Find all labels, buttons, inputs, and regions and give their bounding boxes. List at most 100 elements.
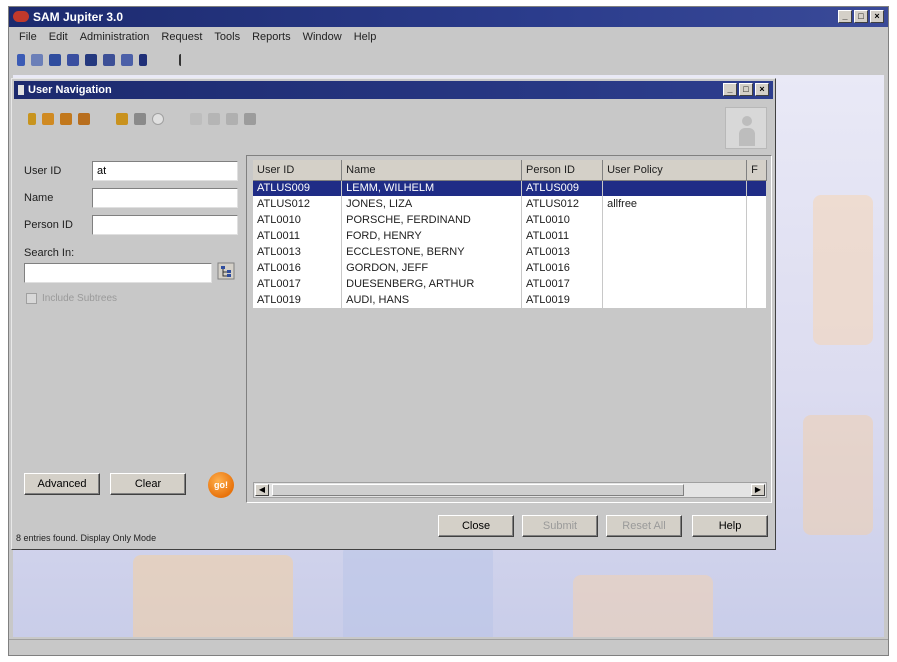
column-header-name[interactable]: Name bbox=[341, 160, 523, 181]
table-row[interactable]: ATL0016 GORDON, JEFF ATL0016 bbox=[253, 260, 767, 276]
cell-user-id: ATLUS009 bbox=[253, 180, 343, 196]
column-header-user-policy[interactable]: User Policy bbox=[602, 160, 748, 181]
app-toolbar bbox=[17, 51, 187, 69]
menu-edit[interactable]: Edit bbox=[43, 31, 74, 47]
menu-request[interactable]: Request bbox=[155, 31, 208, 47]
print-icon[interactable] bbox=[244, 113, 256, 125]
name-label: Name bbox=[24, 192, 54, 204]
app-titlebar[interactable]: SAM Jupiter 3.0 _ □ × bbox=[9, 7, 888, 27]
menu-window[interactable]: Window bbox=[297, 31, 348, 47]
pointer-icon[interactable] bbox=[179, 54, 187, 66]
column-header-user-id[interactable]: User ID bbox=[253, 160, 343, 181]
cell-user-policy bbox=[602, 276, 748, 292]
advanced-button[interactable]: Advanced bbox=[24, 473, 100, 495]
scroll-right-icon[interactable]: ▶ bbox=[751, 484, 765, 496]
scroll-left-icon[interactable]: ◀ bbox=[255, 484, 269, 496]
cell-person-id: ATL0013 bbox=[521, 244, 604, 260]
cell-f bbox=[746, 180, 767, 196]
calendar-icon[interactable] bbox=[85, 54, 97, 66]
cell-user-id: ATL0013 bbox=[253, 244, 343, 260]
table-row[interactable]: ATL0010 PORSCHE, FERDINAND ATL0010 bbox=[253, 212, 767, 228]
scrollbar-thumb[interactable] bbox=[272, 484, 684, 496]
table-row[interactable]: ATLUS012 JONES, LIZA ATLUS012 allfree bbox=[253, 196, 767, 212]
cell-user-policy bbox=[602, 228, 748, 244]
cell-f bbox=[746, 244, 767, 260]
person-delete-icon[interactable] bbox=[78, 113, 90, 125]
maximize-button[interactable]: □ bbox=[854, 10, 868, 23]
cut-icon[interactable] bbox=[208, 113, 220, 125]
dialog-titlebar[interactable]: User Navigation _ □ × bbox=[14, 81, 773, 99]
cell-user-id: ATL0010 bbox=[253, 212, 343, 228]
group-icon[interactable] bbox=[121, 54, 133, 66]
cell-person-id: ATL0016 bbox=[521, 260, 604, 276]
menu-administration[interactable]: Administration bbox=[74, 31, 156, 47]
table-row[interactable]: ATL0011 FORD, HENRY ATL0011 bbox=[253, 228, 767, 244]
submit-button[interactable]: Submit bbox=[522, 515, 598, 537]
menu-file[interactable]: File bbox=[13, 31, 43, 47]
book-icon[interactable] bbox=[139, 54, 147, 66]
chart-icon[interactable] bbox=[49, 54, 61, 66]
minimize-button[interactable]: _ bbox=[838, 10, 852, 23]
users-icon[interactable] bbox=[67, 54, 79, 66]
horizontal-scrollbar[interactable]: ◀ ▶ bbox=[253, 482, 767, 498]
refresh-icon[interactable] bbox=[134, 113, 146, 125]
dialog-icon bbox=[18, 85, 24, 95]
person-key-icon[interactable] bbox=[28, 113, 36, 125]
cell-person-id: ATL0017 bbox=[521, 276, 604, 292]
cell-user-policy bbox=[602, 212, 748, 228]
cell-name: AUDI, HANS bbox=[341, 292, 523, 308]
person-edit-icon[interactable] bbox=[60, 113, 72, 125]
cell-user-id: ATL0016 bbox=[253, 260, 343, 276]
dialog-maximize-button[interactable]: □ bbox=[739, 83, 753, 96]
help-button[interactable]: Help bbox=[692, 515, 768, 537]
grid-icon[interactable] bbox=[31, 54, 43, 66]
table-row[interactable]: ATL0013 ECCLESTONE, BERNY ATL0013 bbox=[253, 244, 767, 260]
cell-f bbox=[746, 292, 767, 308]
app-logo-icon bbox=[13, 11, 29, 22]
menu-tools[interactable]: Tools bbox=[208, 31, 246, 47]
results-table-viewport[interactable]: User ID Name Person ID User Policy F ATL… bbox=[253, 160, 767, 478]
menu-reports[interactable]: Reports bbox=[246, 31, 297, 47]
go-button[interactable]: go! bbox=[208, 472, 234, 498]
name-field[interactable] bbox=[92, 188, 238, 208]
column-header-f[interactable]: F bbox=[746, 160, 767, 181]
copy-icon[interactable] bbox=[226, 113, 238, 125]
dialog-close-button[interactable]: × bbox=[755, 83, 769, 96]
close-window-button[interactable]: × bbox=[870, 10, 884, 23]
results-table-panel: User ID Name Person ID User Policy F ATL… bbox=[246, 155, 772, 503]
cell-user-policy bbox=[602, 180, 748, 196]
person-id-field[interactable] bbox=[92, 215, 238, 235]
app-title: SAM Jupiter 3.0 bbox=[33, 10, 124, 24]
user-id-field[interactable] bbox=[92, 161, 238, 181]
include-subtrees-checkbox[interactable] bbox=[26, 293, 37, 304]
info-icon[interactable] bbox=[152, 113, 164, 125]
table-row[interactable]: ATL0017 DUESENBERG, ARTHUR ATL0017 bbox=[253, 276, 767, 292]
undo-icon[interactable] bbox=[190, 113, 202, 125]
cell-person-id: ATLUS009 bbox=[521, 180, 604, 196]
dialog-toolbar bbox=[28, 109, 256, 129]
person-add-icon[interactable] bbox=[42, 113, 54, 125]
search-in-field[interactable] bbox=[24, 263, 212, 283]
cell-f bbox=[746, 196, 767, 212]
person-id-label: Person ID bbox=[24, 219, 73, 231]
table-row[interactable]: ATLUS009 LEMM, WILHELM ATLUS009 bbox=[253, 180, 767, 196]
close-button[interactable]: Close bbox=[438, 515, 514, 537]
info-icon[interactable] bbox=[17, 54, 25, 66]
reset-all-button[interactable]: Reset All bbox=[606, 515, 682, 537]
building-icon[interactable] bbox=[103, 54, 115, 66]
search-in-label: Search In: bbox=[24, 247, 75, 259]
dialog-minimize-button[interactable]: _ bbox=[723, 83, 737, 96]
cell-user-id: ATL0011 bbox=[253, 228, 343, 244]
table-row[interactable]: ATL0019 AUDI, HANS ATL0019 bbox=[253, 292, 767, 308]
cell-f bbox=[746, 276, 767, 292]
menu-help[interactable]: Help bbox=[348, 31, 383, 47]
org-tree-browse-icon[interactable] bbox=[216, 261, 236, 281]
cell-user-policy: allfree bbox=[602, 196, 748, 212]
cell-name: ECCLESTONE, BERNY bbox=[341, 244, 523, 260]
cell-user-id: ATL0017 bbox=[253, 276, 343, 292]
cell-f bbox=[746, 228, 767, 244]
column-header-person-id[interactable]: Person ID bbox=[521, 160, 604, 181]
clear-button[interactable]: Clear bbox=[110, 473, 186, 495]
tree-icon[interactable] bbox=[116, 113, 128, 125]
decor-block bbox=[573, 575, 713, 637]
